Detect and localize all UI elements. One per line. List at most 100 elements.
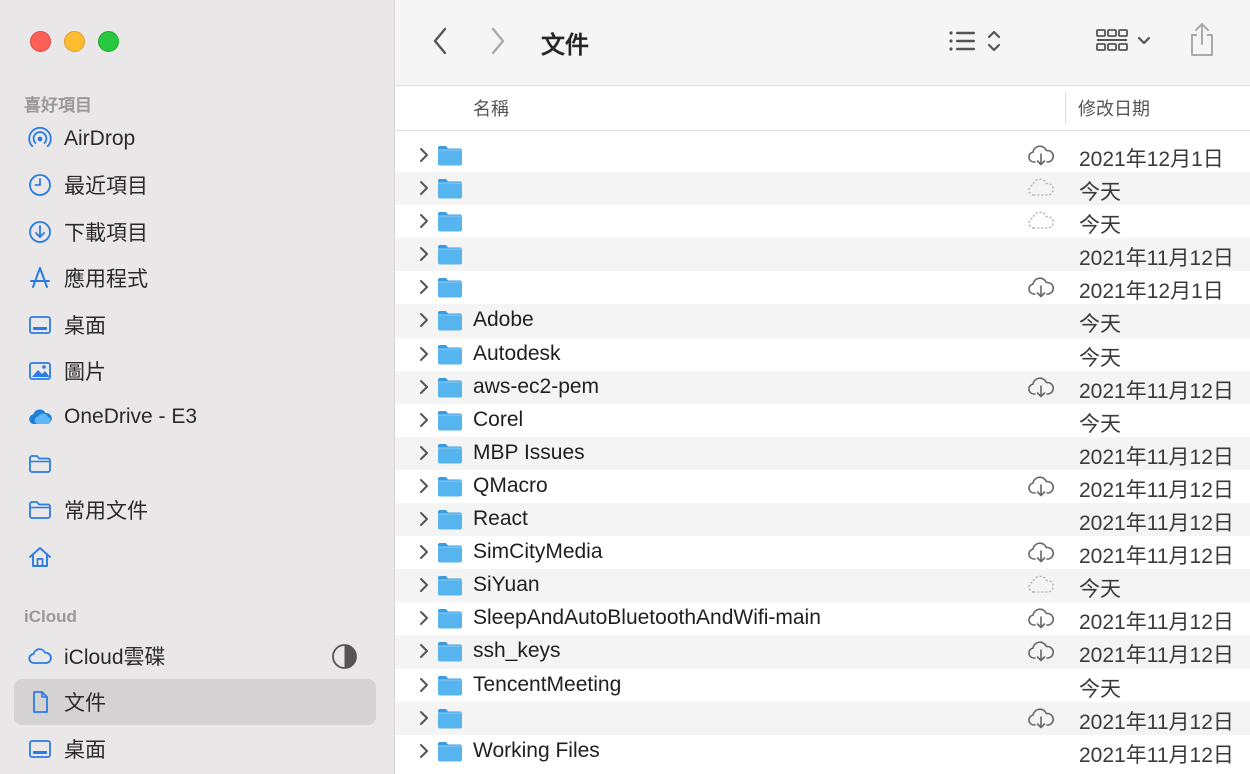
file-name: Corel	[473, 407, 524, 431]
close-button[interactable]	[30, 31, 51, 52]
sidebar-item-favorites-3[interactable]: 應用程式	[14, 255, 376, 301]
sidebar-item-favorites-5[interactable]: 圖片	[14, 348, 376, 394]
cloud-download-icon[interactable]	[1027, 475, 1055, 497]
cloud-download-icon[interactable]	[1027, 541, 1055, 563]
disclosure-chevron-icon[interactable]	[417, 213, 431, 229]
sidebar-item-label: 下載項目	[64, 221, 148, 245]
file-row[interactable]: 今天	[395, 172, 1250, 206]
desktop-icon	[26, 311, 54, 339]
sidebar-item-favorites-2[interactable]: 下載項目	[14, 209, 376, 255]
file-row[interactable]: MBP Issues 2021年11月12日	[395, 436, 1250, 470]
sidebar: 喜好項目 AirDrop 最近項目 下載項目 應用程式 桌面 圖片 OneDrive - E…	[0, 0, 395, 774]
sidebar-item-favorites-8[interactable]: 常用文件	[14, 487, 376, 533]
file-row[interactable]: Working Files 2021年11月12日	[395, 735, 1250, 768]
group-button[interactable]	[1093, 24, 1157, 58]
forward-button[interactable]	[483, 24, 513, 58]
disclosure-chevron-icon[interactable]	[417, 577, 431, 593]
file-row[interactable]: 2021年11月12日	[395, 701, 1250, 735]
disclosure-chevron-icon[interactable]	[417, 445, 431, 461]
disclosure-chevron-icon[interactable]	[417, 643, 431, 659]
clock-icon	[26, 171, 54, 199]
file-row[interactable]: QMacro 2021年11月12日	[395, 470, 1250, 503]
sidebar-item-label: AirDrop	[64, 127, 136, 150]
chevron-right-icon	[491, 27, 505, 55]
column-divider[interactable]	[1065, 92, 1066, 124]
folder-icon	[26, 450, 54, 478]
cloud-download-icon[interactable]	[1027, 376, 1055, 398]
disclosure-chevron-icon[interactable]	[417, 379, 431, 395]
disclosure-chevron-icon[interactable]	[417, 346, 431, 362]
cloud-download-icon[interactable]	[1027, 607, 1055, 629]
folder-icon	[26, 496, 54, 524]
modified-date: 2021年12月1日	[1079, 148, 1224, 171]
name-column-header[interactable]: 名稱	[473, 95, 509, 121]
cloud-download-icon[interactable]	[1027, 640, 1055, 662]
sidebar-item-icloud-1[interactable]: 文件	[14, 679, 376, 726]
file-row[interactable]: React 2021年11月12日	[395, 503, 1250, 537]
sidebar-item-label: OneDrive - E3	[64, 405, 198, 429]
file-row[interactable]: 2021年12月1日	[395, 271, 1250, 304]
cloud-download-icon[interactable]	[1027, 144, 1055, 166]
file-row[interactable]: 今天	[395, 205, 1250, 238]
folder-icon	[437, 443, 463, 464]
disclosure-chevron-icon[interactable]	[417, 544, 431, 560]
window-controls	[30, 31, 119, 52]
applications-icon	[26, 264, 54, 292]
sidebar-item-label: 應用程式	[64, 268, 148, 292]
folder-icon	[437, 277, 463, 298]
disclosure-chevron-icon[interactable]	[417, 147, 431, 163]
file-row[interactable]: Corel 今天	[395, 404, 1250, 437]
folder-icon	[437, 641, 463, 662]
sidebar-item-favorites-6[interactable]: OneDrive - E3	[14, 394, 376, 440]
file-row[interactable]: Autodesk 今天	[395, 338, 1250, 371]
file-row[interactable]: aws-ec2-pem 2021年11月12日	[395, 370, 1250, 404]
share-button[interactable]	[1185, 20, 1219, 60]
sidebar-item-icloud-2[interactable]: 桌面	[14, 726, 376, 772]
file-row[interactable]: Adobe 今天	[395, 304, 1250, 338]
cloud-download-icon[interactable]	[1027, 276, 1055, 298]
disclosure-chevron-icon[interactable]	[417, 743, 431, 759]
folder-icon	[437, 410, 463, 431]
minimize-button[interactable]	[64, 31, 85, 52]
file-row[interactable]: 2021年12月1日	[395, 139, 1250, 172]
sidebar-item-favorites-0[interactable]: AirDrop	[14, 116, 376, 162]
disclosure-chevron-icon[interactable]	[417, 279, 431, 295]
storage-usage-icon	[331, 643, 358, 670]
modified-date: 今天	[1079, 181, 1121, 205]
file-row[interactable]: ssh_keys 2021年11月12日	[395, 635, 1250, 669]
cloud-download-icon[interactable]	[1027, 707, 1055, 729]
sidebar-item-icloud-0[interactable]: iCloud雲碟	[14, 633, 376, 679]
disclosure-chevron-icon[interactable]	[417, 478, 431, 494]
icloud-icon	[26, 642, 54, 670]
file-row[interactable]: TencentMeeting 今天	[395, 669, 1250, 702]
file-row[interactable]: SiYuan 今天	[395, 569, 1250, 603]
chevron-left-icon	[433, 27, 447, 55]
back-button[interactable]	[425, 24, 455, 58]
disclosure-chevron-icon[interactable]	[417, 710, 431, 726]
desktop-icon	[26, 735, 54, 763]
disclosure-chevron-icon[interactable]	[417, 312, 431, 328]
disclosure-chevron-icon[interactable]	[417, 246, 431, 262]
disclosure-chevron-icon[interactable]	[417, 180, 431, 196]
view-options-button[interactable]	[943, 24, 1007, 58]
folder-icon	[437, 741, 463, 762]
disclosure-chevron-icon[interactable]	[417, 511, 431, 527]
modified-date: 2021年11月12日	[1079, 611, 1234, 635]
file-row[interactable]: SimCityMedia 2021年11月12日	[395, 536, 1250, 569]
sidebar-item-label: 文件	[64, 692, 106, 716]
disclosure-chevron-icon[interactable]	[417, 610, 431, 626]
sidebar-item-favorites-7[interactable]	[14, 441, 376, 487]
sidebar-item-favorites-1[interactable]: 最近項目	[14, 162, 376, 208]
file-row[interactable]: SleepAndAutoBluetoothAndWifi-main 2021年11…	[395, 602, 1250, 635]
file-list: 2021年12月1日 今天 今天 2021年11月12日 2021年12月1日 Adobe…	[395, 139, 1250, 768]
file-row[interactable]: 2021年11月12日	[395, 238, 1250, 272]
sidebar-item-favorites-4[interactable]: 桌面	[14, 302, 376, 348]
disclosure-chevron-icon[interactable]	[417, 412, 431, 428]
download-icon	[26, 218, 54, 246]
zoom-button[interactable]	[98, 31, 119, 52]
disclosure-chevron-icon[interactable]	[417, 677, 431, 693]
sidebar-item-favorites-9[interactable]	[14, 534, 376, 580]
modified-date: 2021年11月12日	[1079, 478, 1234, 502]
date-column-header[interactable]: 修改日期	[1078, 95, 1150, 121]
folder-icon	[437, 344, 463, 365]
